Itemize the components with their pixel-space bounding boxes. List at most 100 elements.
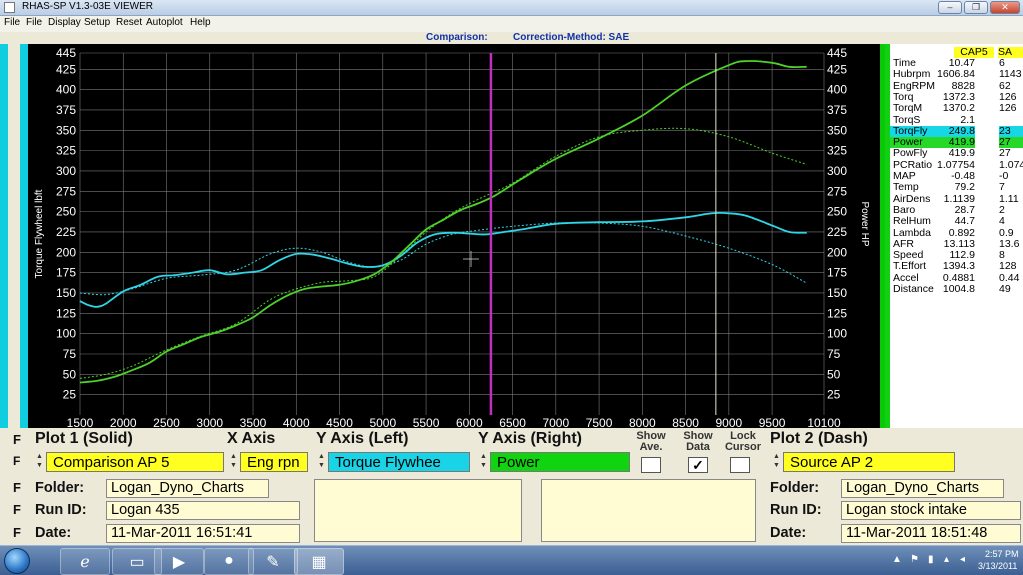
row-marker-5: F [13,525,21,540]
lock-cursor-label: Lock Cursor [724,430,762,453]
x-tick-label: 6000 [456,416,483,428]
lock-cursor-checkbox[interactable] [730,457,750,473]
data-table-row: Lambda 0.892 0.9 [890,227,1023,239]
clock-date[interactable]: 3/13/2011 [978,561,1017,571]
hp-icon: ● [224,552,234,569]
taskbar-paint-button[interactable]: ✎ [248,548,298,575]
y-axis-left-title: Torque Flywheel lbft [34,189,45,278]
left-notes-box[interactable] [314,479,522,542]
row-marker-2: F [13,454,21,468]
right-date-label: Date: [770,525,807,541]
app-icon [4,2,15,13]
data-table-value-2: 1.11 [999,193,1019,205]
x-axis-select[interactable]: Eng rpn [240,452,308,472]
menu-reset[interactable]: Reset [116,17,142,28]
y-tick-label-left: 225 [56,225,76,239]
x-tick-label: 1500 [67,416,94,428]
y-tick-label-right: 100 [827,327,847,341]
start-button[interactable] [4,548,30,574]
y-axis-right-spinner[interactable]: ▲ ▼ [478,452,489,471]
y-tick-label-left: 100 [56,327,76,341]
y-tick-label-left: 400 [56,83,76,97]
ie-icon: ℯ [80,554,90,571]
taskbar-hp-button[interactable]: ● [204,548,254,575]
left-axis-strip-inner [20,44,28,428]
taskbar-ie-button[interactable]: ℯ [60,548,110,575]
plot1-spinner[interactable]: ▲ ▼ [34,452,45,471]
y-tick-label-right: 200 [827,245,847,259]
data-table: CAP5 SA Time 10.47 6 Hubrpm 1606.84 1143 EngRP… [890,44,1023,428]
data-table-row: T.Effort 1394.3 128 [890,261,1023,272]
data-table-value-1: 1370.2 [942,102,975,115]
data-table-label: EngRPM [893,79,936,92]
maximize-button[interactable]: ❐ [964,1,988,14]
y-tick-label-left: 175 [56,266,76,280]
data-table-value-2: 62 [999,80,1011,92]
tray-network-icon[interactable]: ▴ [944,554,949,565]
menu-setup[interactable]: Setup [84,17,110,28]
data-table-value-1: 44.7 [954,215,975,228]
plot2-select[interactable]: Source AP 2 [783,452,955,472]
right-runid-field[interactable]: Logan stock intake [841,501,1021,520]
data-table-value-2: 2 [999,204,1005,216]
x-axis-spinner[interactable]: ▲ ▼ [228,452,239,471]
y-tick-label-left: 375 [56,103,76,117]
data-table-value-1: 2.1 [960,113,975,126]
menu-file-2[interactable]: File [26,17,42,28]
tray-arrow-icon[interactable]: ▲ [892,554,902,565]
right-date-field[interactable]: 11-Mar-2011 18:51:48 [841,524,1021,543]
rhas-app-icon: ▦ [311,554,327,571]
data-table-row: Distance 1004.8 49 [890,284,1023,295]
taskbar-media-button[interactable]: ▶ [154,548,204,575]
left-runid-field[interactable]: Logan 435 [106,501,300,520]
y-axis-left-select[interactable]: Torque Flywhee [328,452,470,472]
data-table-label: RelHum [893,215,931,228]
row-marker-3: F [13,480,21,495]
series-line-solid [79,60,807,384]
menu-file[interactable]: File [4,17,20,28]
x-tick-label: 9500 [759,416,786,428]
close-button[interactable]: ✕ [990,1,1020,14]
dyno-chart[interactable]: 25 25 50 50 75 75 100 100 125 125 150 150 175 175 200 2… [28,44,880,428]
y-tick-label-right: 125 [827,306,847,320]
y-axis-right-label: Y Axis (Right) [478,430,583,447]
chart-svg[interactable]: 25 25 50 50 75 75 100 100 125 125 150 150 175 175 200 2… [28,44,880,428]
show-data-checkbox[interactable]: ✓ [688,457,708,473]
x-tick-label: 5500 [413,416,440,428]
tray-power-icon[interactable]: ▮ [928,554,934,565]
x-tick-label: 10100 [807,416,841,428]
tray-volume-icon[interactable]: ◂ [960,554,965,565]
right-folder-field[interactable]: Logan_Dyno_Charts [841,479,1004,498]
series-line-dashed [79,127,807,379]
right-notes-box[interactable] [541,479,756,542]
show-data-label: Show Data [683,430,713,453]
y-axis-right-select[interactable]: Power [490,452,630,472]
clock-time[interactable]: 2:57 PM [985,549,1019,559]
menu-display[interactable]: Display [48,17,81,28]
y-tick-label-right: 25 [827,388,841,402]
data-table-row: Hubrpm 1606.84 1143 [890,69,1023,80]
plot1-select[interactable]: Comparison AP 5 [46,452,224,472]
y-axis-left-spinner[interactable]: ▲ ▼ [316,452,327,471]
plot2-spinner[interactable]: ▲ ▼ [771,452,782,471]
show-ave-checkbox[interactable] [641,457,661,473]
data-table-value-1: 1004.8 [942,283,975,295]
tray-flag-icon[interactable]: ⚑ [910,554,919,565]
menu-help[interactable]: Help [190,17,211,28]
taskbar-rhas-button[interactable]: ▦ [294,548,344,575]
minimize-button[interactable]: – [938,1,962,14]
left-folder-field[interactable]: Logan_Dyno_Charts [106,479,269,498]
x-tick-label: 8000 [629,416,656,428]
left-date-field[interactable]: 11-Mar-2011 16:51:41 [106,524,300,543]
x-tick-label: 5000 [369,416,396,428]
menu-autoplot[interactable]: Autoplot [146,17,183,28]
data-table-label: Hubrpm [893,68,931,81]
y-tick-label-right: 75 [827,347,841,361]
data-table-value-2: 23 [999,125,1011,137]
media-player-icon: ▶ [172,554,186,571]
data-table-label: TorqS [893,113,921,126]
taskbar: ℯ ▭ ▶ ● ✎ ▦ ▲ ⚑ ▮ ▴ ◂ 2:57 PM 3/13/2011 [0,545,1023,575]
data-table-value-2: 27 [999,148,1011,160]
data-table-value-2: 126 [999,103,1017,115]
data-table-value-2: 6 [999,58,1005,69]
